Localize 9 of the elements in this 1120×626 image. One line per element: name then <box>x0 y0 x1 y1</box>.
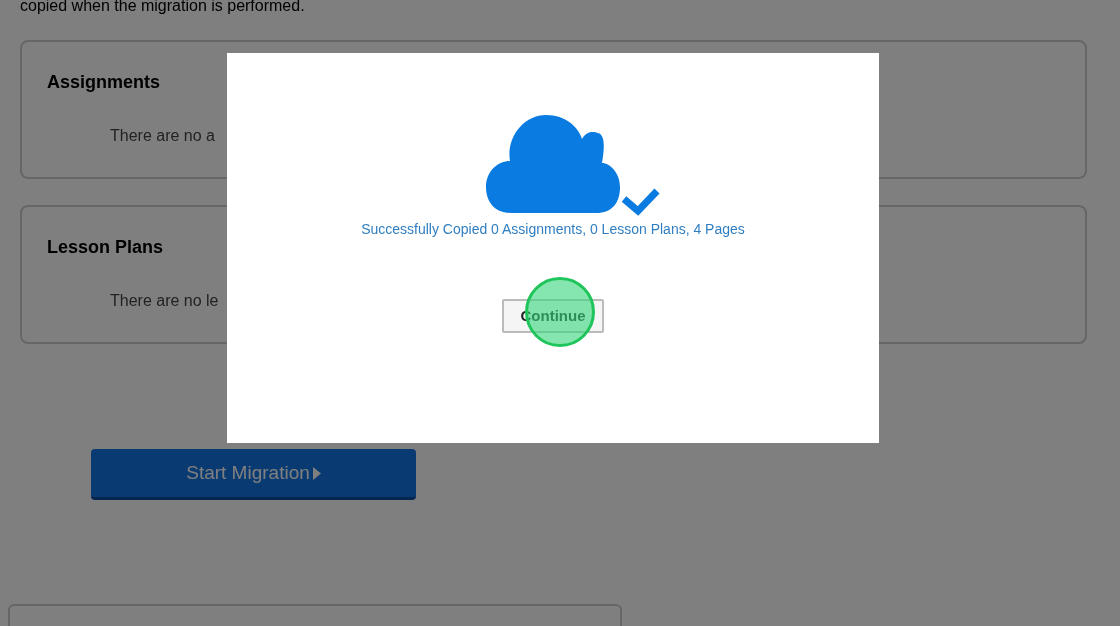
cloud-check-icon <box>486 115 660 216</box>
success-message: Successfully Copied 0 Assignments, 0 Lesson Plans, 4 Pages <box>361 220 745 239</box>
empty-message: There are no a <box>110 126 215 146</box>
section-title: Lesson Plans <box>47 236 164 259</box>
section-title: Assignments <box>47 71 161 94</box>
start-migration-button[interactable]: Start Migration <box>91 449 416 500</box>
play-icon <box>312 466 321 480</box>
empty-message: There are no le <box>110 291 219 311</box>
intro-text: copied when the migration is performed. <box>20 0 306 16</box>
